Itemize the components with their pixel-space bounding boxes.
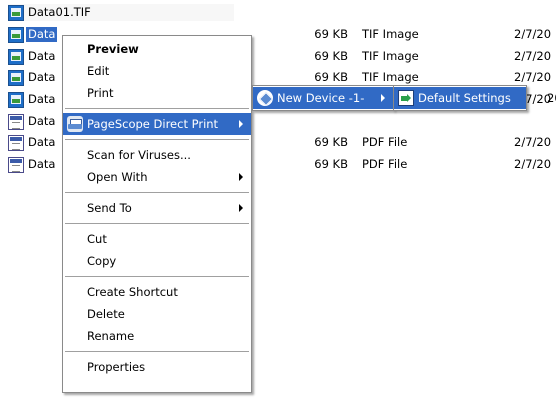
- menu-item-open-with[interactable]: Open With: [63, 166, 251, 188]
- tif-image-icon: [8, 91, 24, 108]
- file-size: 69 KB: [314, 157, 348, 171]
- menu-item-pagescope-direct-print[interactable]: PageScope Direct Print: [63, 113, 251, 135]
- menu-item-copy[interactable]: Copy: [63, 250, 251, 272]
- menu-label: Create Shortcut: [87, 285, 178, 299]
- menu-item-default-settings[interactable]: Default Settings: [394, 87, 526, 109]
- file-name: Data01.TIF: [28, 5, 91, 19]
- file-size: 69 KB: [314, 49, 348, 63]
- menu-label: Edit: [87, 64, 110, 78]
- file-name: Data: [28, 114, 56, 128]
- menu-item-delete[interactable]: Delete: [63, 303, 251, 325]
- context-menu: Preview Edit Print PageScope Direct Prin…: [62, 35, 252, 393]
- menu-separator: [65, 223, 249, 224]
- menu-item-cut[interactable]: Cut: [63, 228, 251, 250]
- file-row[interactable]: Data01.TIF: [0, 2, 556, 23]
- menu-separator: [65, 139, 249, 140]
- submenu-arrow-icon: [381, 94, 385, 102]
- menu-label: PageScope Direct Print: [87, 117, 219, 131]
- menu-separator: [65, 351, 249, 352]
- menu-item-preview[interactable]: Preview: [63, 38, 251, 60]
- submenu-device: Default Settings: [393, 85, 527, 111]
- file-type: PDF File: [362, 157, 408, 171]
- printer-icon: [67, 116, 83, 132]
- menu-separator: [65, 276, 249, 277]
- menu-label: Send To: [87, 201, 132, 215]
- menu-label: Delete: [87, 307, 125, 321]
- menu-item-edit[interactable]: Edit: [63, 60, 251, 82]
- menu-item-new-device[interactable]: New Device -1-: [253, 87, 393, 109]
- file-name: Data: [28, 92, 56, 106]
- menu-item-create-shortcut[interactable]: Create Shortcut: [63, 281, 251, 303]
- menu-label: Rename: [87, 329, 135, 343]
- menu-item-properties[interactable]: Properties: [63, 356, 251, 378]
- menu-item-send-to[interactable]: Send To: [63, 197, 251, 219]
- menu-item-print[interactable]: Print: [63, 82, 251, 104]
- menu-label: Print: [87, 86, 114, 100]
- submenu-arrow-icon: [239, 204, 243, 212]
- file-date: 2/7/20: [514, 27, 552, 41]
- file-name: Data: [26, 27, 58, 42]
- file-type: TIF Image: [362, 70, 419, 84]
- settings-icon: [398, 90, 414, 106]
- file-type: PDF File: [362, 135, 408, 149]
- pdf-file-icon: [8, 113, 24, 130]
- menu-label: Default Settings: [418, 91, 511, 105]
- menu-label: Scan for Viruses...: [87, 148, 191, 162]
- file-date: 2/7/20: [514, 49, 552, 63]
- file-name-cell[interactable]: Data01.TIF: [8, 4, 234, 21]
- menu-label: Open With: [87, 170, 148, 184]
- menu-label: Properties: [87, 360, 146, 374]
- file-size: 69 KB: [314, 70, 348, 84]
- menu-separator: [65, 192, 249, 193]
- tif-image-icon: [8, 4, 24, 21]
- file-date: 2/7/20: [514, 135, 552, 149]
- file-date: 2/7/20: [514, 157, 552, 171]
- menu-separator: [65, 108, 249, 109]
- menu-label: Copy: [87, 254, 117, 268]
- file-date: 2/7/20: [514, 70, 552, 84]
- menu-item-scan-for-viruses[interactable]: Scan for Viruses...: [63, 144, 251, 166]
- submenu-arrow-icon: [239, 173, 243, 181]
- file-name: Data: [28, 70, 56, 84]
- device-icon: [257, 90, 273, 106]
- file-type: TIF Image: [362, 49, 419, 63]
- tif-image-icon: [8, 26, 24, 43]
- menu-item-rename[interactable]: Rename: [63, 325, 251, 347]
- file-name: Data: [28, 49, 56, 63]
- tif-image-icon: [8, 69, 24, 86]
- submenu-arrow-icon: [239, 120, 243, 128]
- menu-label: Preview: [87, 42, 139, 56]
- file-type: TIF Image: [362, 27, 419, 41]
- partial-date-text: 20: [547, 91, 556, 105]
- pdf-file-icon: [8, 156, 24, 173]
- file-name: Data: [28, 135, 56, 149]
- tif-image-icon: [8, 48, 24, 65]
- file-size: 69 KB: [314, 135, 348, 149]
- submenu-pagescope: New Device -1-: [252, 85, 394, 111]
- pdf-file-icon: [8, 134, 24, 151]
- file-size: 69 KB: [314, 27, 348, 41]
- menu-label: Cut: [87, 232, 107, 246]
- file-name: Data: [28, 157, 56, 171]
- menu-label: New Device -1-: [277, 91, 365, 105]
